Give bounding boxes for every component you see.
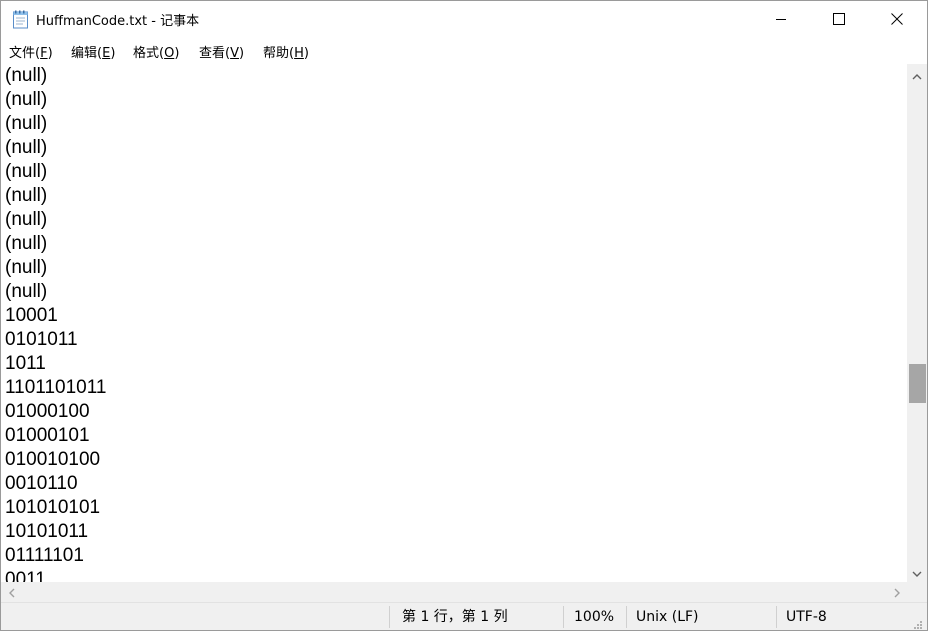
maximize-icon [833,10,845,29]
cursor-position: 第 1 行，第 1 列 [402,609,508,625]
menu-edit[interactable]: 编辑(E) [71,42,115,61]
chevron-left-icon [8,583,15,602]
text-line: 1011 [5,353,46,374]
title-bar[interactable]: HuffmanCode.txt - 记事本 [1,1,927,38]
menu-file[interactable]: 文件(F) [9,42,53,61]
maximize-button[interactable] [810,1,868,38]
text-line: (null) [5,65,48,86]
text-line: (null) [5,89,48,110]
text-line: 01000100 [5,401,90,422]
scrollbar-corner [907,582,927,602]
encoding: UTF-8 [786,609,827,625]
resize-grip-icon[interactable] [911,615,923,630]
text-line: 0011 [5,569,46,582]
line-ending: Unix (LF) [636,609,699,625]
text-line: 101010101 [5,497,101,518]
text-line: 10001 [5,305,58,326]
text-line: 1101101011 [5,377,107,398]
text-line: (null) [5,257,48,278]
status-divider [563,606,564,628]
text-line: (null) [5,113,48,134]
scroll-left-button[interactable] [1,582,21,602]
status-divider [626,606,627,628]
scroll-right-button[interactable] [887,582,907,602]
text-line: 10101011 [5,521,89,542]
chevron-down-icon [912,563,922,582]
text-line: (null) [5,209,48,230]
menu-format[interactable]: 格式(O) [133,42,179,61]
minimize-button[interactable] [752,1,810,38]
text-line: (null) [5,161,48,182]
scroll-up-button[interactable] [907,64,927,84]
text-line: (null) [5,137,48,158]
text-line: (null) [5,233,48,254]
menu-bar: 文件(F) 编辑(E) 格式(O) 查看(V) 帮助(H) [1,38,927,64]
status-divider [389,606,390,628]
scroll-down-button[interactable] [907,562,927,582]
chevron-right-icon [894,583,901,602]
status-bar: 第 1 行，第 1 列 100% Unix (LF) UTF-8 [1,602,927,630]
text-line: 0010110 [5,473,78,494]
close-icon [891,10,903,29]
minimize-icon [775,10,787,29]
horizontal-scrollbar[interactable] [1,582,907,602]
close-button[interactable] [868,1,926,38]
window-title: HuffmanCode.txt - 记事本 [36,14,200,29]
menu-view[interactable]: 查看(V) [199,42,244,61]
vertical-scroll-thumb[interactable] [909,364,926,403]
text-line: 01111101 [5,545,84,566]
text-line: 010010100 [5,449,101,470]
menu-help[interactable]: 帮助(H) [263,42,309,61]
text-line: 0101011 [5,329,78,350]
zoom-level: 100% [574,609,615,625]
notepad-window: HuffmanCode.txt - 记事本 文件(F) 编辑(E) 格式(O) [0,0,928,631]
vertical-scrollbar[interactable] [907,64,927,582]
status-divider [776,606,777,628]
text-line: (null) [5,281,48,302]
text-line: 01000101 [5,425,90,446]
chevron-up-icon [912,65,922,84]
text-line: (null) [5,185,48,206]
notepad-icon [12,10,30,29]
text-editor[interactable]: (null) (null) (null) (null) (null) (null… [1,64,907,582]
